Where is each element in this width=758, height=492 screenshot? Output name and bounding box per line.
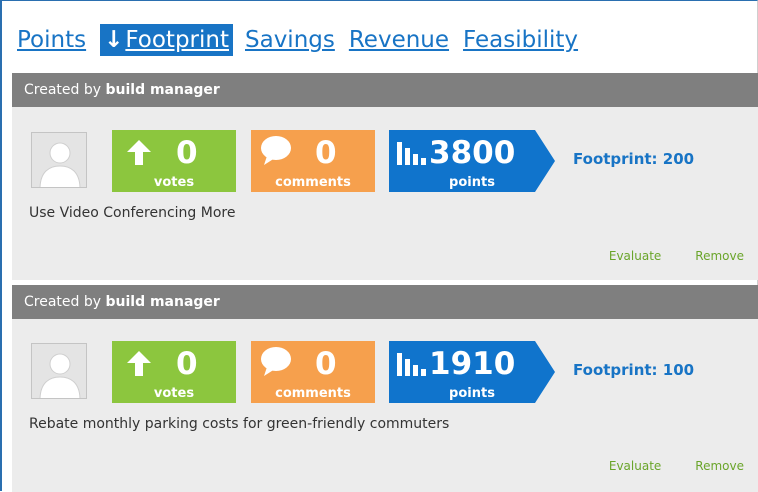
author-name[interactable]: build manager <box>105 294 219 310</box>
idea-stats: 0 votes 0 comments 3800 points Footprint… <box>12 130 758 192</box>
idea-actions: Evaluate Remove <box>575 249 744 263</box>
comments-button[interactable]: 0 comments <box>251 130 375 192</box>
idea-card-header: Created by build manager <box>12 73 758 107</box>
comment-count: 0 <box>315 135 337 171</box>
idea-stats: 0 votes 0 comments 1910 points Footprint… <box>12 341 758 403</box>
comment-count: 0 <box>315 346 337 382</box>
tab-footprint-label: Footprint <box>125 27 229 53</box>
points-box: 1910 points <box>389 341 535 403</box>
remove-link[interactable]: Remove <box>695 459 744 473</box>
speech-bubble-icon <box>261 136 291 165</box>
points-box: 3800 points <box>389 130 535 192</box>
footprint-metric: Footprint: 100 <box>573 361 695 379</box>
user-silhouette-icon[interactable] <box>31 132 87 188</box>
idea-title[interactable]: Rebate monthly parking costs for green-f… <box>29 416 449 432</box>
votes-button[interactable]: 0 votes <box>112 130 236 192</box>
points-arrow-icon <box>535 341 555 403</box>
created-by-label: Created by <box>24 82 102 98</box>
votes-button[interactable]: 0 votes <box>112 341 236 403</box>
footprint-metric: Footprint: 200 <box>573 150 695 168</box>
vote-count: 0 <box>176 346 198 382</box>
tab-points[interactable]: Points <box>17 24 86 56</box>
tab-feasibility[interactable]: Feasibility <box>463 24 578 56</box>
comments-label: comments <box>275 175 351 190</box>
tab-savings[interactable]: Savings <box>245 24 335 56</box>
sort-tabs: Points ↓Footprint Savings Revenue Feasib… <box>17 23 592 57</box>
idea-card: Created by build manager 0 votes 0 comme… <box>12 73 758 280</box>
points-value: 1910 <box>429 346 516 382</box>
sort-down-arrow-icon: ↓ <box>104 27 124 53</box>
arrow-up-icon <box>127 351 151 376</box>
comments-label: comments <box>275 386 351 401</box>
tab-footprint[interactable]: ↓Footprint <box>100 24 233 56</box>
arrow-up-icon <box>127 140 151 165</box>
comments-button[interactable]: 0 comments <box>251 341 375 403</box>
vote-count: 0 <box>176 135 198 171</box>
bar-chart-icon <box>397 353 426 376</box>
evaluate-link[interactable]: Evaluate <box>609 249 661 263</box>
points-arrow-icon <box>535 130 555 192</box>
points-label: points <box>449 386 495 401</box>
user-silhouette-icon[interactable] <box>31 343 87 399</box>
speech-bubble-icon <box>261 347 291 376</box>
tab-revenue[interactable]: Revenue <box>349 24 449 56</box>
idea-title[interactable]: Use Video Conferencing More <box>29 205 235 221</box>
points-label: points <box>449 175 495 190</box>
points-value: 3800 <box>429 135 516 171</box>
bar-chart-icon <box>397 142 426 165</box>
created-by-label: Created by <box>24 294 102 310</box>
ideas-panel: Points ↓Footprint Savings Revenue Feasib… <box>0 0 758 492</box>
evaluate-link[interactable]: Evaluate <box>609 459 661 473</box>
idea-actions: Evaluate Remove <box>575 459 744 473</box>
votes-label: votes <box>153 386 195 401</box>
idea-card-header: Created by build manager <box>12 285 758 319</box>
votes-label: votes <box>153 175 195 190</box>
remove-link[interactable]: Remove <box>695 249 744 263</box>
author-name[interactable]: build manager <box>105 82 219 98</box>
idea-card: Created by build manager 0 votes 0 comme… <box>12 285 758 492</box>
